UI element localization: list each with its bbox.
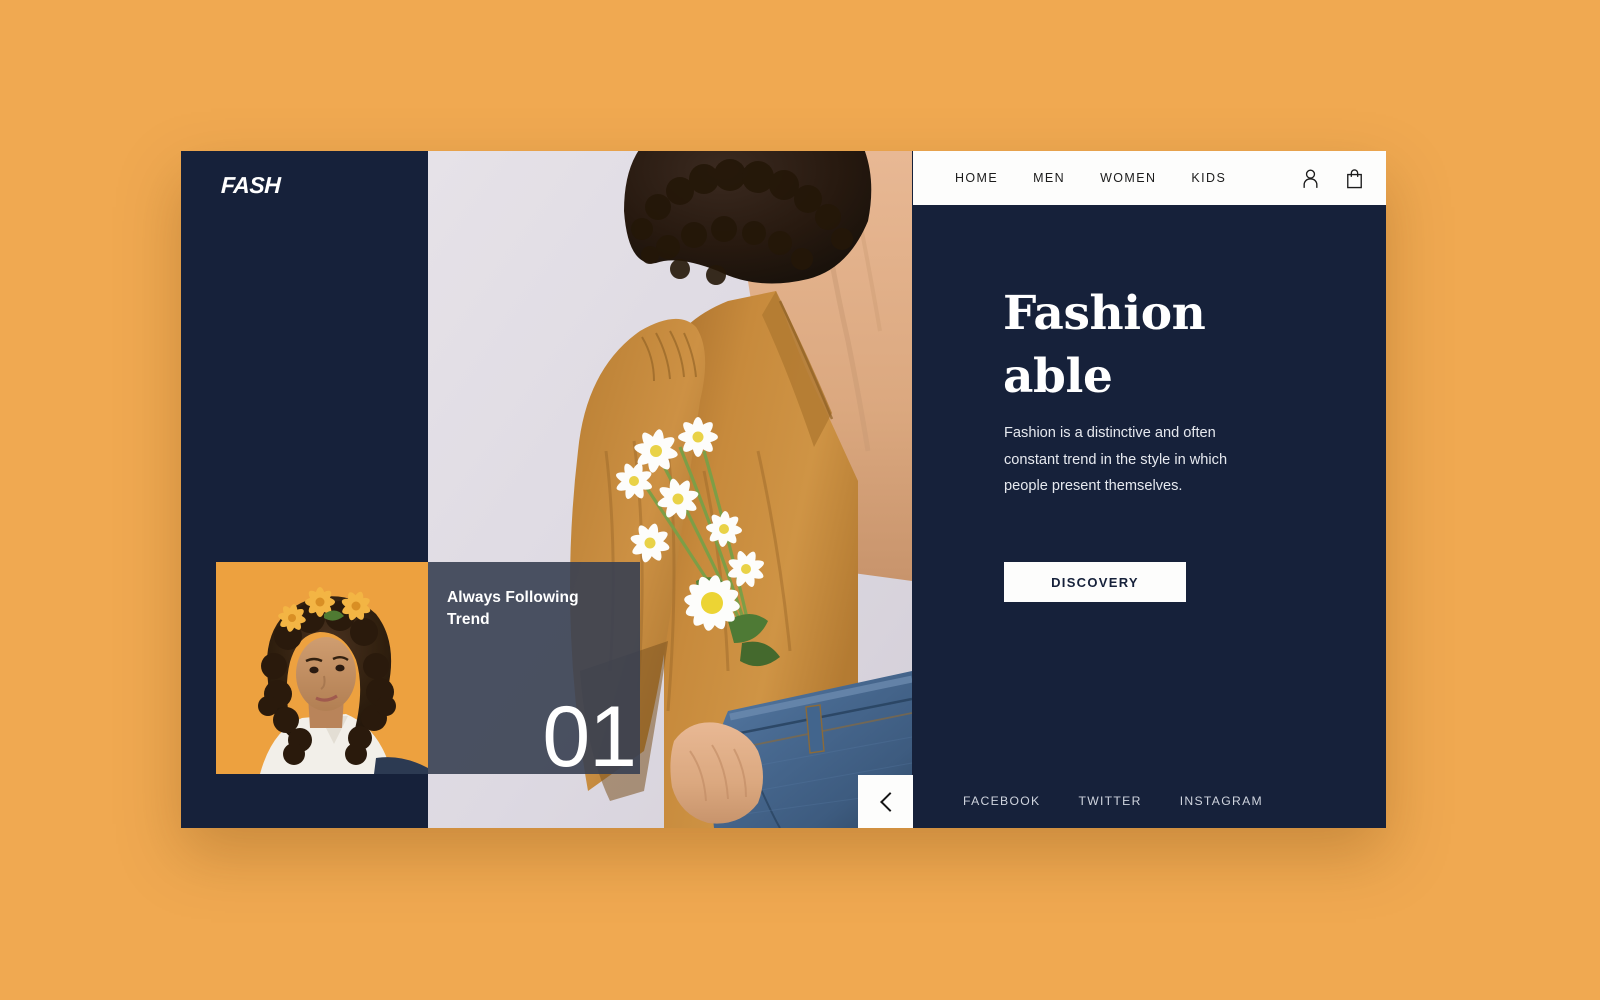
nav-links-group: HOME MEN WOMEN KIDS xyxy=(955,171,1261,185)
slide-thumbnail[interactable] xyxy=(216,562,428,774)
nav-item-men[interactable]: MEN xyxy=(1033,171,1065,185)
shopping-bag-icon[interactable] xyxy=(1345,168,1364,189)
hero-content-panel: Fashion able Fashion is a distinctive and… xyxy=(913,205,1386,828)
nav-icons-group xyxy=(1301,151,1364,205)
headline-line-2: able xyxy=(1003,348,1113,404)
brand-logo[interactable]: FASH xyxy=(221,172,281,199)
slide-caption-title: Always Following Trend xyxy=(447,589,579,629)
social-link-twitter[interactable]: TWITTER xyxy=(1078,794,1141,808)
chevron-left-icon[interactable] xyxy=(879,791,900,812)
slide-caption-card: Always Following Trend 01 xyxy=(428,562,640,780)
nav-item-kids[interactable]: KIDS xyxy=(1191,171,1226,185)
page-title: Fashion able xyxy=(1003,283,1333,408)
thumbnail-illustration xyxy=(216,562,428,774)
user-account-icon[interactable] xyxy=(1301,168,1320,189)
hero-card: FASH Always Following Trend 01 HOME MEN … xyxy=(181,151,1386,828)
top-navigation-bar: HOME MEN WOMEN KIDS xyxy=(913,151,1386,205)
social-links-group: FACEBOOK TWITTER INSTAGRAM xyxy=(963,794,1363,808)
social-link-facebook[interactable]: FACEBOOK xyxy=(963,794,1040,808)
slide-number: 01 xyxy=(542,689,637,785)
nav-item-women[interactable]: WOMEN xyxy=(1100,171,1156,185)
nav-item-home[interactable]: HOME xyxy=(955,171,998,185)
social-link-instagram[interactable]: INSTAGRAM xyxy=(1180,794,1263,808)
discovery-button[interactable]: DISCOVERY xyxy=(1004,562,1186,602)
hero-description: Fashion is a distinctive and often const… xyxy=(1004,425,1228,495)
headline-line-1: Fashion xyxy=(1003,286,1206,341)
